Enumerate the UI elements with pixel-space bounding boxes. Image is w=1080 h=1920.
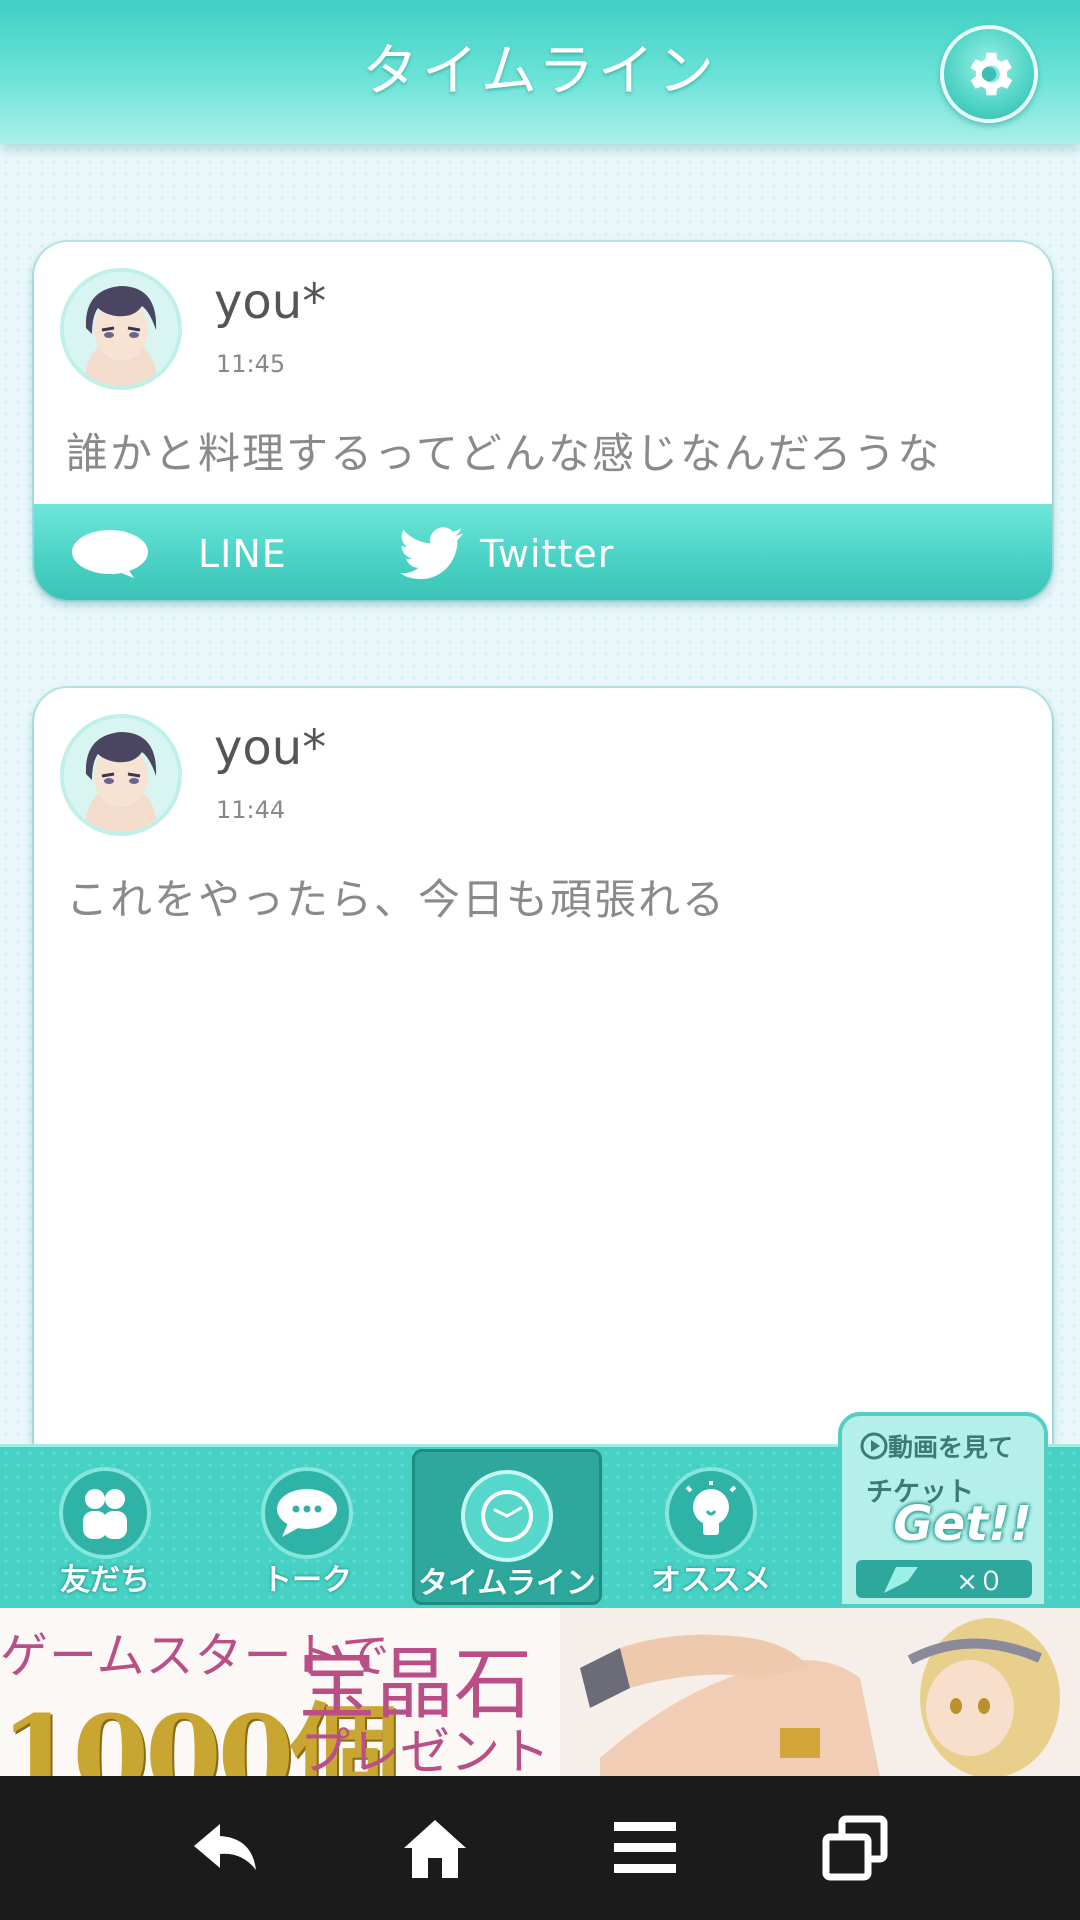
avatar[interactable] (60, 714, 182, 836)
post-text: 誰かと料理するってどんな感じなんだろうな (66, 429, 942, 478)
page-title: タイムライン (361, 39, 719, 104)
share-twitter-button[interactable]: Twitter (400, 524, 614, 584)
twitter-bird-icon (400, 527, 463, 580)
promo-get-label: Get!! (893, 1496, 1032, 1552)
promo-line1: 動画を見て (888, 1433, 1014, 1462)
ad-present: プレゼント (300, 1723, 550, 1776)
post-timestamp: 11:44 (216, 796, 286, 824)
avatar-portrait-icon (64, 272, 178, 386)
share-line-label: LINE (198, 532, 287, 576)
share-line-button[interactable]: LINE (70, 524, 287, 584)
friends-icon (83, 1489, 127, 1539)
back-button[interactable] (180, 1806, 270, 1890)
tab-label: 友だち (60, 1563, 150, 1598)
share-bar: LINE Twitter (34, 504, 1052, 600)
tab-label: オススメ (651, 1563, 771, 1598)
ticket-icon (884, 1567, 918, 1593)
tab-label: トーク (262, 1563, 352, 1598)
app-header: タイムライン (0, 0, 1080, 144)
system-nav-bar (0, 1776, 1080, 1920)
tab-label: タイムライン (418, 1566, 596, 1601)
tab-timeline[interactable]: タイムライン (412, 1449, 602, 1605)
talk-icon (277, 1489, 337, 1537)
home-icon (404, 1820, 466, 1878)
avatar-portrait-icon (64, 718, 178, 832)
ticket-counter: ×０ (856, 1560, 1032, 1598)
timeline-post: you* 11:45 誰かと料理するってどんな感じなんだろうな LINE Twi… (34, 242, 1052, 600)
back-arrow-icon (194, 1824, 256, 1870)
share-twitter-label: Twitter (480, 532, 615, 576)
avatar[interactable] (60, 268, 182, 390)
recent-apps-icon (822, 1815, 888, 1881)
lightbulb-icon (685, 1481, 737, 1535)
ad-character-illustration (560, 1608, 1080, 1776)
post-user-name: you* (214, 274, 327, 330)
speech-bubble-icon (72, 530, 148, 578)
settings-button[interactable] (940, 25, 1038, 123)
hamburger-menu-icon (614, 1822, 676, 1873)
tab-icon-circle (461, 1470, 553, 1562)
post-timestamp: 11:45 (216, 350, 286, 378)
recent-apps-button[interactable] (810, 1806, 900, 1890)
gear-icon (970, 52, 1013, 96)
tab-friends[interactable]: 友だち (10, 1449, 200, 1605)
clock-icon (481, 1490, 533, 1542)
menu-button[interactable] (600, 1806, 690, 1890)
tab-icon-circle (665, 1467, 757, 1559)
tab-icon-circle (261, 1467, 353, 1559)
tab-talk[interactable]: トーク (212, 1449, 402, 1605)
play-circle-icon (860, 1432, 888, 1460)
tab-recommended[interactable]: オススメ (616, 1449, 806, 1605)
promo-heading: 動画を見て (860, 1428, 1013, 1464)
home-button[interactable] (390, 1806, 480, 1890)
video-ticket-promo-button[interactable]: 動画を見て チケット Get!! ×０ (838, 1412, 1048, 1608)
ad-banner[interactable]: ゲームスタートで 1000個 宝晶石 プレゼント (0, 1608, 1080, 1776)
post-text: これをやったら、今日も頑張れる (66, 875, 727, 924)
post-user-name: you* (214, 720, 327, 776)
ticket-count: ×０ (956, 1566, 1004, 1597)
tab-icon-circle (59, 1467, 151, 1559)
